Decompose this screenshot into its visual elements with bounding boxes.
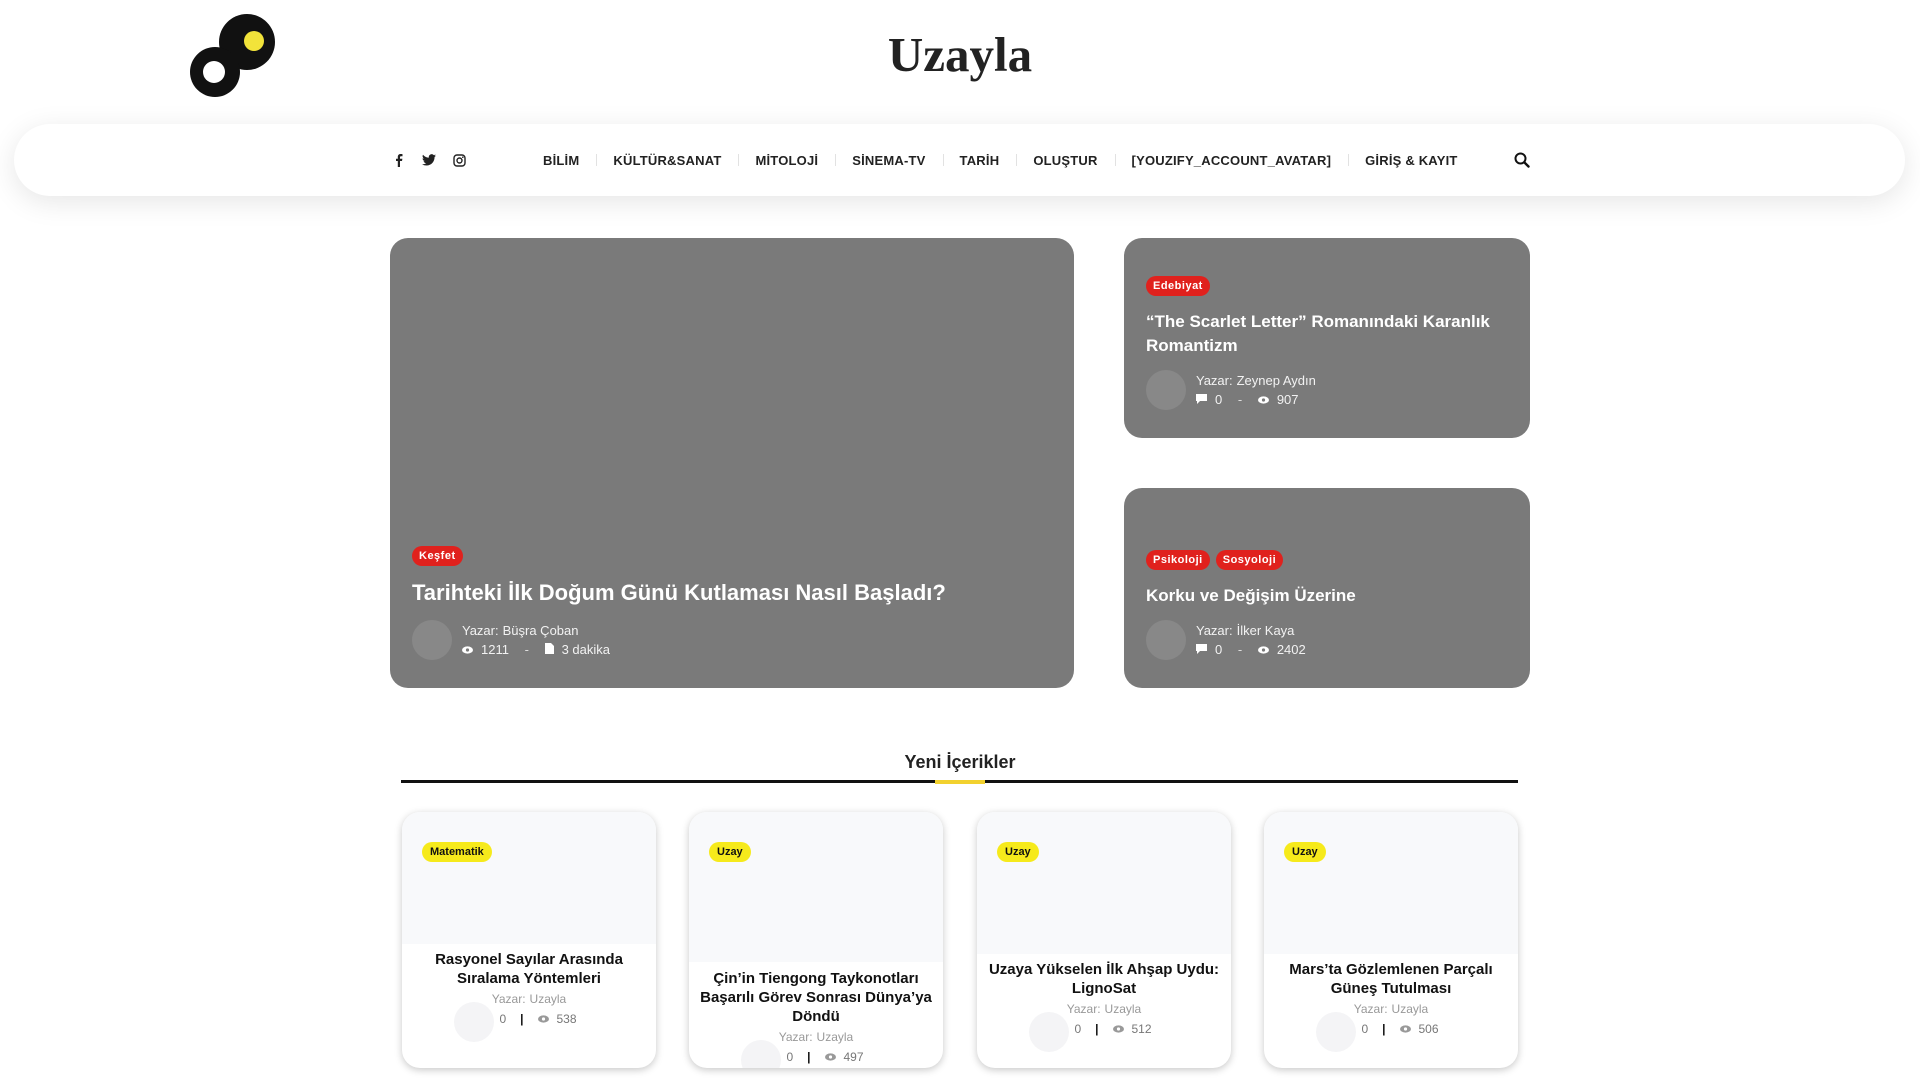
featured-side-card[interactable]: Psikoloji Sosyoloji Korku ve Değişim Üze… bbox=[1124, 488, 1530, 688]
author-label: Yazar: bbox=[778, 1030, 813, 1044]
author-name[interactable]: Zeynep Aydın bbox=[1237, 373, 1316, 388]
author-name[interactable]: Büşra Çoban bbox=[503, 623, 579, 638]
featured-main-card[interactable]: Keşfet Tarihteki İlk Doğum Günü Kutlamas… bbox=[390, 238, 1074, 688]
author-label: Yazar: bbox=[491, 992, 526, 1006]
nav-item-olustur[interactable]: OLUŞTUR bbox=[1016, 153, 1114, 168]
category-badge[interactable]: Matematik bbox=[422, 842, 492, 862]
eye-icon bbox=[824, 1050, 836, 1064]
view-count: 2402 bbox=[1276, 642, 1306, 657]
comment-count: 0 bbox=[499, 1012, 507, 1026]
post-card[interactable]: Uzay Uzaya Yükselen İlk Ahşap Uydu: Lign… bbox=[977, 812, 1231, 1068]
instagram-icon[interactable] bbox=[452, 153, 466, 167]
comment-count: 0 bbox=[786, 1050, 794, 1064]
avatar[interactable] bbox=[1146, 370, 1186, 410]
document-icon bbox=[544, 642, 554, 657]
category-badge[interactable]: Uzay bbox=[1284, 842, 1326, 862]
category-badge[interactable]: Psikoloji bbox=[1146, 550, 1210, 570]
nav-item-tarih[interactable]: TARİH bbox=[942, 153, 1017, 168]
featured-side-card[interactable]: Edebiyat “The Scarlet Letter” Romanındak… bbox=[1124, 238, 1530, 438]
twitter-icon[interactable] bbox=[422, 153, 436, 167]
nav-item-mitoloji[interactable]: MİTOLOJİ bbox=[738, 153, 835, 168]
comment-count: 0 bbox=[1361, 1022, 1369, 1036]
nav-item-bilim[interactable]: BİLİM bbox=[526, 153, 596, 168]
author-name[interactable]: Uzayla bbox=[1392, 1002, 1429, 1016]
social-links bbox=[392, 124, 466, 196]
post-title[interactable]: Mars’ta Gözlemlenen Parçalı Güneş Tutulm… bbox=[1264, 960, 1518, 998]
featured-main-title[interactable]: Tarihteki İlk Doğum Günü Kutlaması Nasıl… bbox=[412, 580, 1052, 606]
author-label: Yazar: bbox=[462, 623, 499, 638]
eye-icon bbox=[1257, 392, 1269, 407]
featured-side-title[interactable]: Korku ve Değişim Üzerine bbox=[1146, 584, 1508, 608]
post-card[interactable]: Uzay Çin’in Tiengong Taykonotları Başarı… bbox=[689, 812, 943, 1068]
author-name[interactable]: İlker Kaya bbox=[1237, 623, 1295, 638]
eye-icon bbox=[537, 1012, 549, 1026]
avatar[interactable] bbox=[741, 1040, 781, 1068]
author-label: Yazar: bbox=[1196, 623, 1233, 638]
post-title[interactable]: Çin’in Tiengong Taykonotları Başarılı Gö… bbox=[689, 969, 943, 1026]
featured-side-title[interactable]: “The Scarlet Letter” Romanındaki Karanlı… bbox=[1146, 310, 1508, 358]
avatar[interactable] bbox=[1029, 1012, 1069, 1052]
category-badge[interactable]: Sosyoloji bbox=[1215, 550, 1284, 570]
author-label: Yazar: bbox=[1066, 1002, 1101, 1016]
eye-icon bbox=[1399, 1022, 1411, 1036]
category-badge[interactable]: Keşfet bbox=[412, 546, 463, 566]
eye-icon bbox=[1257, 642, 1269, 657]
eye-icon bbox=[1112, 1022, 1124, 1036]
comment-icon bbox=[1196, 642, 1207, 657]
author-name[interactable]: Uzayla bbox=[1105, 1002, 1142, 1016]
section-title: Yeni İçerikler bbox=[904, 752, 1016, 772]
category-badge[interactable]: Uzay bbox=[997, 842, 1039, 862]
avatar[interactable] bbox=[1146, 620, 1186, 660]
post-thumbnail[interactable] bbox=[977, 812, 1231, 954]
author-label: Yazar: bbox=[1353, 1002, 1388, 1016]
facebook-icon[interactable] bbox=[392, 153, 406, 167]
view-count: 538 bbox=[556, 1012, 577, 1026]
post-thumbnail[interactable] bbox=[689, 812, 943, 962]
post-thumbnail[interactable] bbox=[1264, 812, 1518, 954]
post-thumbnail[interactable] bbox=[402, 812, 656, 944]
nav-item-sinema-tv[interactable]: SİNEMA-TV bbox=[835, 153, 942, 168]
author-name[interactable]: Uzayla bbox=[817, 1030, 854, 1044]
avatar[interactable] bbox=[454, 1002, 494, 1042]
comment-count: 0 bbox=[1074, 1022, 1082, 1036]
nav-item-account-avatar[interactable]: [YOUZIFY_ACCOUNT_AVATAR] bbox=[1114, 153, 1349, 168]
view-count: 497 bbox=[843, 1050, 864, 1064]
view-count: 512 bbox=[1131, 1022, 1152, 1036]
view-count: 1211 bbox=[481, 642, 509, 657]
main-navbar: BİLİM KÜLTÜR&SANAT MİTOLOJİ SİNEMA-TV TA… bbox=[14, 124, 1905, 196]
post-title[interactable]: Uzaya Yükselen İlk Ahşap Uydu: LignoSat bbox=[977, 960, 1231, 998]
read-time: 3 dakika bbox=[561, 642, 610, 657]
main-menu: BİLİM KÜLTÜR&SANAT MİTOLOJİ SİNEMA-TV TA… bbox=[526, 124, 1475, 196]
view-count: 907 bbox=[1276, 392, 1299, 407]
post-card[interactable]: Uzay Mars’ta Gözlemlenen Parçalı Güneş T… bbox=[1264, 812, 1518, 1068]
category-badge[interactable]: Edebiyat bbox=[1146, 276, 1210, 296]
eye-icon bbox=[462, 642, 473, 657]
author-label: Yazar: bbox=[1196, 373, 1233, 388]
search-icon[interactable] bbox=[1514, 152, 1532, 170]
nav-item-kultur-sanat[interactable]: KÜLTÜR&SANAT bbox=[596, 153, 738, 168]
comment-icon bbox=[1196, 392, 1207, 407]
view-count: 506 bbox=[1418, 1022, 1439, 1036]
avatar[interactable] bbox=[412, 620, 452, 660]
post-title[interactable]: Rasyonel Sayılar Arasında Sıralama Yönte… bbox=[402, 950, 656, 988]
comment-count: 0 bbox=[1215, 642, 1223, 657]
post-card[interactable]: Matematik Rasyonel Sayılar Arasında Sıra… bbox=[402, 812, 656, 1068]
category-badge[interactable]: Uzay bbox=[709, 842, 751, 862]
section-accent bbox=[935, 780, 985, 784]
site-title[interactable]: Uzayla bbox=[0, 26, 1920, 83]
comment-count: 0 bbox=[1215, 392, 1223, 407]
nav-item-giris-kayit[interactable]: GİRİŞ & KAYIT bbox=[1348, 153, 1474, 168]
avatar[interactable] bbox=[1316, 1012, 1356, 1052]
author-name[interactable]: Uzayla bbox=[530, 992, 567, 1006]
